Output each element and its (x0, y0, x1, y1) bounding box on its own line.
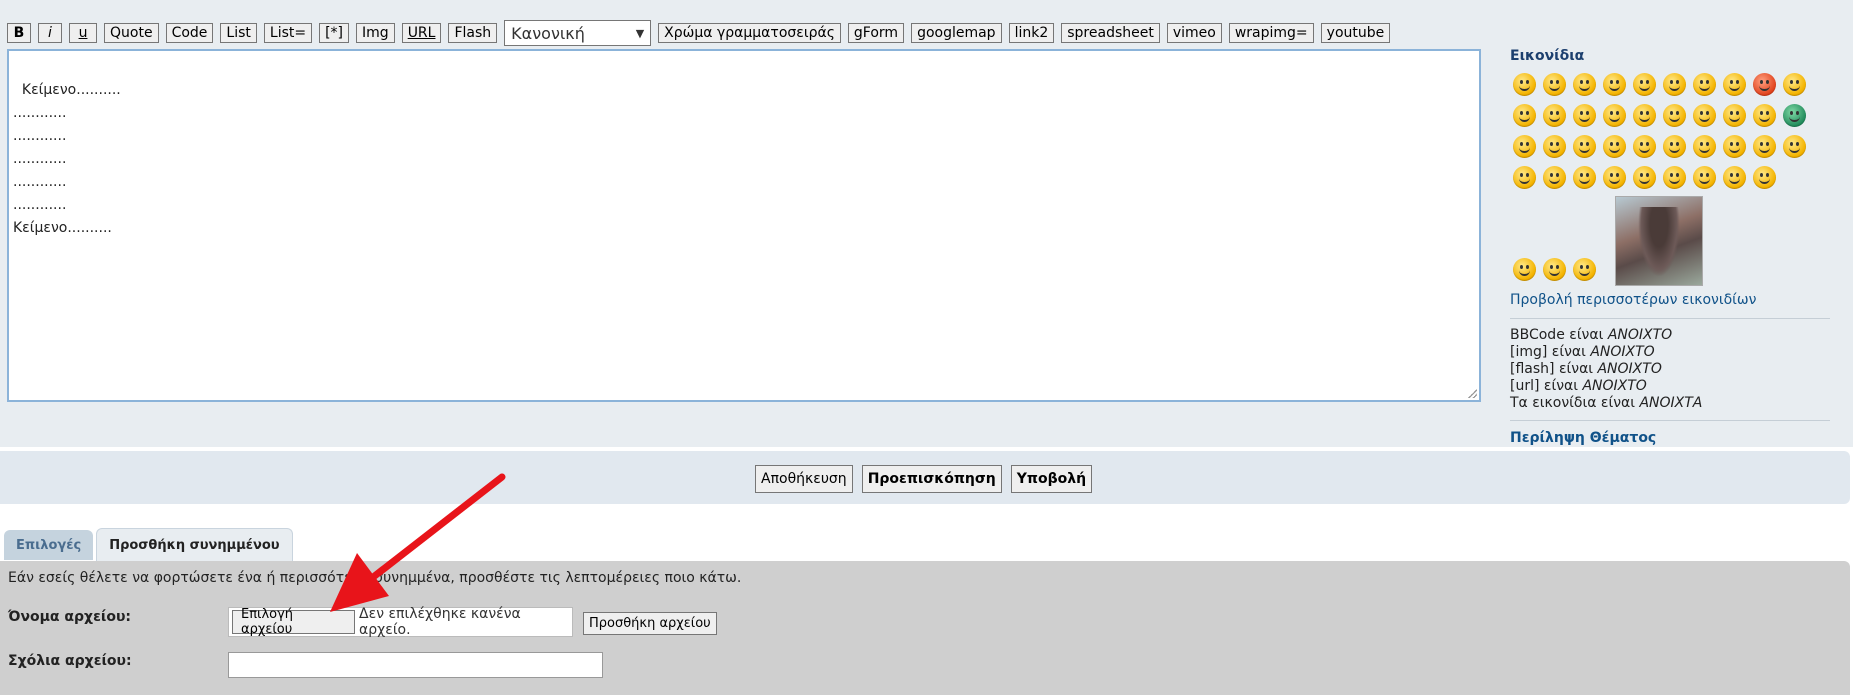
smiley-icon[interactable] (1543, 166, 1566, 189)
smilies-status: Τα εικονίδια είναι ΑΝΟΙΧΤΑ (1510, 395, 1703, 411)
gform-button[interactable]: gForm (847, 23, 905, 43)
message-textarea[interactable]: Κείμενο.......... ............ .........… (7, 49, 1481, 402)
file-comment-input[interactable] (228, 652, 603, 678)
smiley-icon[interactable] (1603, 135, 1626, 158)
italic-button[interactable]: i (38, 23, 62, 43)
font-color-button[interactable]: Χρώμα γραμματοσειράς (658, 23, 841, 43)
smiley-icon[interactable] (1603, 166, 1626, 189)
smiley-icon[interactable] (1573, 73, 1596, 96)
smiley-icon[interactable] (1633, 166, 1656, 189)
smiley-icon[interactable] (1663, 135, 1686, 158)
wrapimg-button[interactable]: wrapimg= (1228, 23, 1314, 43)
attachment-intro: Εάν εσείς θέλετε να φορτώσετε ένα ή περι… (8, 570, 742, 586)
smiley-icon[interactable] (1573, 135, 1596, 158)
smiley-icon[interactable] (1693, 166, 1716, 189)
smiley-icon[interactable] (1693, 104, 1716, 127)
no-file-text: Δεν επιλέχθηκε κανένα αρχείο. (359, 606, 521, 638)
smiley-icon[interactable] (1573, 166, 1596, 189)
submit-buttons: Αποθήκευση Προεπισκόπηση Υποβολή (755, 465, 1093, 493)
flash-status: [flash] είναι ΑΝΟΙΧΤΟ (1510, 361, 1662, 377)
googlemap-button[interactable]: googlemap (911, 23, 1002, 43)
bbcode-status: BBCode είναι ΑΝΟΙΧΤΟ (1510, 327, 1673, 343)
smiley-icon[interactable] (1513, 166, 1536, 189)
smiley-icon[interactable] (1573, 258, 1596, 281)
smilies-grid (1510, 70, 1820, 194)
smiley-icon[interactable] (1543, 104, 1566, 127)
attachment-panel: Εάν εσείς θέλετε να φορτώσετε ένα ή περι… (0, 561, 1850, 695)
sidebar-divider (1510, 318, 1830, 319)
bbcode-toolbar: B i u Quote Code List List= [*] Img URL … (7, 20, 1391, 46)
smiley-icon[interactable] (1723, 135, 1746, 158)
smilies-title: Εικονίδια (1510, 48, 1585, 64)
violin-smiley-icon[interactable] (1543, 258, 1566, 281)
smiley-icon[interactable] (1783, 135, 1806, 158)
smiley-icon[interactable] (1723, 166, 1746, 189)
smiley-icon[interactable] (1693, 73, 1716, 96)
smiley-icon[interactable] (1543, 135, 1566, 158)
smiley-icon[interactable] (1783, 73, 1806, 96)
url-status: [url] είναι ΑΝΟΙΧΤΟ (1510, 378, 1647, 394)
smiley-icon[interactable] (1513, 104, 1536, 127)
smiley-icon[interactable] (1573, 104, 1596, 127)
choose-file-button[interactable]: Επιλογή αρχείου (232, 607, 356, 637)
posting-tabs: Επιλογές Προσθήκη συνημμένου (4, 528, 293, 561)
youtube-button[interactable]: youtube (1320, 23, 1391, 43)
smiley-icon[interactable] (1753, 135, 1776, 158)
smiley-icon[interactable] (1723, 73, 1746, 96)
resize-handle-icon[interactable] (1468, 389, 1477, 398)
smiley-icon[interactable] (1603, 73, 1626, 96)
img-status: [img] είναι ΑΝΟΙΧΤΟ (1510, 344, 1655, 360)
img-button[interactable]: Img (356, 23, 395, 43)
link2-button[interactable]: link2 (1008, 23, 1055, 43)
font-size-value: Κανονική (511, 23, 585, 43)
bold-button[interactable]: B (7, 23, 31, 43)
tab-options[interactable]: Επιλογές (4, 530, 94, 560)
submit-bar: Αποθήκευση Προεπισκόπηση Υποβολή (0, 451, 1850, 504)
ordered-list-button[interactable]: List= (263, 23, 313, 43)
smiley-icon[interactable] (1663, 166, 1686, 189)
smiley-icon[interactable] (1633, 73, 1656, 96)
vimeo-button[interactable]: vimeo (1166, 23, 1222, 43)
smiley-icon[interactable] (1603, 104, 1626, 127)
smiley-icon[interactable] (1633, 104, 1656, 127)
smiley-icon[interactable] (1513, 73, 1536, 96)
photo-smiley-image[interactable] (1615, 196, 1703, 286)
smilies-extra-row (1510, 196, 1840, 286)
code-button[interactable]: Code (165, 23, 214, 43)
smiley-icon[interactable] (1753, 73, 1776, 96)
file-input[interactable]: Επιλογή αρχείου Δεν επιλέχθηκε κανένα αρ… (228, 606, 573, 638)
smiley-icon[interactable] (1513, 258, 1536, 281)
quote-button[interactable]: Quote (104, 23, 159, 43)
topic-review-link[interactable]: Περίληψη Θέματος (1510, 430, 1840, 446)
preview-button[interactable]: Προεπισκόπηση (861, 465, 1002, 493)
font-size-select[interactable]: Κανονική ▼ (504, 20, 652, 46)
list-item-button[interactable]: [*] (319, 23, 350, 43)
add-file-button[interactable]: Προσθήκη αρχείου (583, 612, 717, 635)
smiley-icon[interactable] (1753, 104, 1776, 127)
smiley-icon[interactable] (1513, 135, 1536, 158)
url-button[interactable]: URL (401, 23, 442, 43)
smiley-icon[interactable] (1753, 166, 1776, 189)
sidebar-divider (1510, 420, 1830, 421)
smiley-icon[interactable] (1663, 73, 1686, 96)
smiley-icon[interactable] (1543, 73, 1566, 96)
tab-add-attachment[interactable]: Προσθήκη συνημμένου (96, 528, 293, 561)
more-smilies-link[interactable]: Προβολή περισσοτέρων εικονιδίων (1510, 292, 1840, 308)
posting-sidebar: Εικονίδια Προβολή περισσοτέρων εικονιδίω… (1510, 48, 1840, 446)
smiley-icon[interactable] (1783, 104, 1806, 127)
smiley-icon[interactable] (1633, 135, 1656, 158)
flash-button[interactable]: Flash (448, 23, 498, 43)
spreadsheet-button[interactable]: spreadsheet (1061, 23, 1160, 43)
smiley-icon[interactable] (1723, 104, 1746, 127)
underline-button[interactable]: u (69, 23, 97, 43)
list-button[interactable]: List (220, 23, 257, 43)
smiley-icon[interactable] (1693, 135, 1716, 158)
submit-button[interactable]: Υποβολή (1010, 465, 1093, 493)
save-draft-button[interactable]: Αποθήκευση (755, 465, 853, 493)
smiley-icon[interactable] (1663, 104, 1686, 127)
dropdown-arrow-icon: ▼ (635, 26, 645, 40)
file-comment-label: Σχόλια αρχείου: (8, 653, 132, 669)
message-text: Κείμενο.......... ............ .........… (13, 82, 121, 236)
filename-label: Όνομα αρχείου: (8, 609, 132, 625)
